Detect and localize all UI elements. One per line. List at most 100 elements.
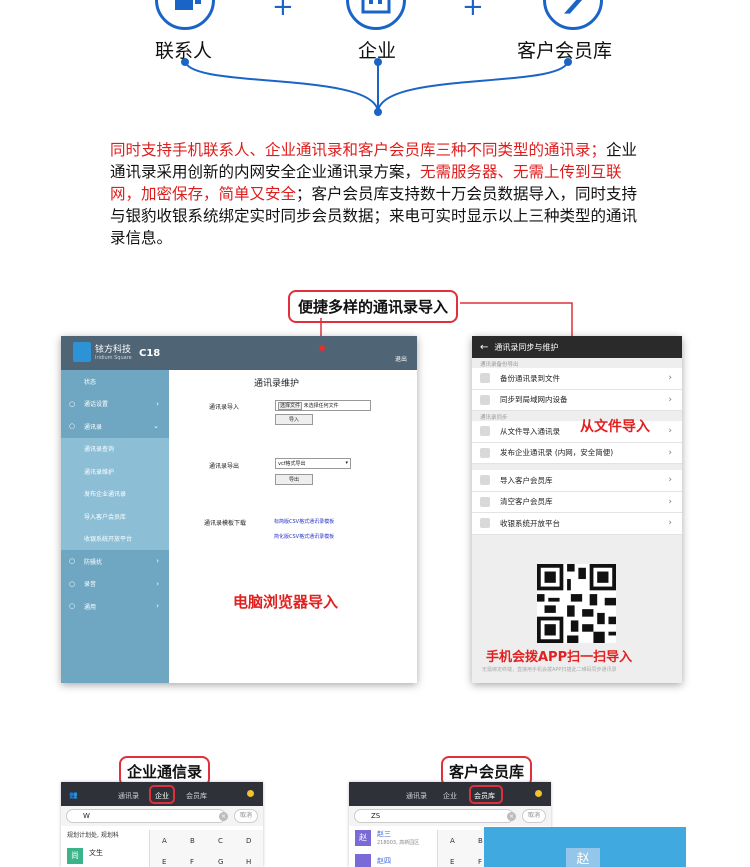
row-backup-to-file[interactable]: 备份通讯录到文件 › (472, 368, 682, 390)
trash-icon (480, 496, 490, 507)
key-g[interactable]: G (218, 858, 223, 866)
sidebar-item-label: 状态 (84, 378, 97, 386)
callout-connector (318, 302, 575, 352)
sidebar-item-label: 通讯录维护 (84, 468, 115, 476)
cancel-button[interactable]: 取消 (234, 809, 258, 823)
qr-code-icon (537, 564, 616, 643)
sidebar-item[interactable]: 状态 (61, 370, 169, 393)
bell-icon: ○ (69, 579, 76, 588)
caller-avatar: 赵 (566, 848, 600, 867)
export-label: 通讯录导出 (209, 463, 240, 470)
clear-icon[interactable]: × (219, 812, 228, 821)
result-name[interactable]: 赵三 (377, 829, 391, 839)
tab-member[interactable]: 会员库 (186, 791, 207, 801)
sidebar-item[interactable]: ○ 防骚扰 › (61, 550, 169, 573)
chevron-right-icon: › (668, 373, 672, 384)
file-input[interactable]: 选择文件 未选择任何文件 (275, 400, 371, 411)
sidebar-item[interactable]: 通讯录查询 (61, 437, 169, 460)
sidebar-item[interactable]: 发布企业通讯录 (61, 482, 169, 505)
sidebar-item-label: 通讯录查询 (84, 446, 115, 454)
sidebar-item[interactable]: 收银系统开放平台 (61, 527, 169, 550)
tab-contacts[interactable]: 通讯录 (406, 791, 427, 801)
key-f[interactable]: F (190, 858, 194, 866)
mini2-tabbar: 通讯录 企业 会员库 (349, 782, 551, 806)
no-file-text: 未选择任何文件 (303, 403, 339, 409)
publish-icon (480, 447, 490, 458)
sidebar-item[interactable]: ○ 录音 › (61, 573, 169, 596)
avatar: 赵 (355, 830, 371, 846)
chevron-right-icon: › (668, 475, 672, 486)
chevron-right-icon: › (668, 394, 672, 405)
logout-link[interactable]: 退出 (395, 354, 407, 363)
export-format-select[interactable]: vcf格式导出 ▾ (275, 458, 351, 469)
row-publish-enterprise[interactable]: 发布企业通讯录 (内网，安全简便) › (472, 442, 682, 464)
scan-import-highlight: 手机会拨APP扫一扫导入 (486, 650, 633, 665)
row-pos-platform[interactable]: 收银系统开放平台 › (472, 513, 682, 535)
phone-sync-screenshot: ← 通讯录同步与维护 通讯录备份导出 备份通讯录到文件 › 同步到局域网内设备 › 通… (472, 336, 682, 683)
cancel-button[interactable]: 取消 (522, 809, 546, 823)
choose-file-button[interactable]: 选择文件 (278, 402, 303, 410)
tab-highlight (469, 785, 503, 804)
key-b[interactable]: B (478, 837, 483, 845)
search-input[interactable]: W (66, 809, 226, 823)
key-d[interactable]: D (246, 837, 251, 845)
file-import-highlight: 从文件导入 (580, 419, 650, 435)
incoming-call-overlay: 赵 (484, 827, 686, 867)
qr-footer-text: 无需绑定终端，直接用手机会拨APP扫描此二维码同步通讯录 (482, 667, 617, 673)
status-dot (247, 790, 254, 797)
notice-dot (319, 345, 325, 351)
template-link-simple[interactable]: 简化版CSV格式通讯录模板 (274, 533, 334, 540)
admin-sidebar: 状态 ○ 通话设置 › ○ 通讯录 ⌄ 通讯录查询通讯录维护发布企业通讯录导入客户会员库收银系… (61, 370, 169, 683)
mini1-searchbar: ⌕ W × 取消 (61, 806, 263, 826)
sidebar-item[interactable]: 通讯录维护 (61, 460, 169, 483)
chevron-right-icon: › (668, 447, 672, 458)
row-import-member[interactable]: 导入客户会员库 › (472, 470, 682, 492)
tab-contacts[interactable]: 通讯录 (118, 791, 139, 801)
person-icon: ○ (69, 399, 76, 408)
key-a[interactable]: A (450, 837, 455, 845)
import-label: 通讯录导入 (209, 404, 240, 411)
status-dot (535, 790, 542, 797)
brand-name: 铱方科技 Iridium Square (95, 345, 132, 361)
key-e[interactable]: E (450, 858, 454, 866)
desktop-admin-screenshot: 铱方科技 Iridium Square C18 退出 状态 ○ 通话设置 › ○ 通讯录 ⌄ 通… (61, 336, 417, 683)
sidebar-item[interactable]: ○ 通讯录 ⌄ (61, 415, 169, 438)
key-b[interactable]: B (190, 837, 195, 845)
key-e[interactable]: E (162, 858, 166, 866)
row-clear-member[interactable]: 清空客户会员库 › (472, 491, 682, 513)
sidebar-item[interactable]: ○ 通用 › (61, 595, 169, 618)
key-h[interactable]: H (246, 858, 251, 866)
key-f[interactable]: F (478, 858, 482, 866)
promo-page: + + 联系人 企业 客户会员库 同时支持手机联系人、企业通讯录和客户会员库三种… (0, 0, 750, 867)
brand-logo (73, 342, 91, 362)
result-name[interactable]: 文生 (89, 848, 103, 858)
tab-enterprise[interactable]: 企业 (443, 791, 457, 801)
key-a[interactable]: A (162, 837, 167, 845)
import-button[interactable]: 导入 (275, 414, 313, 425)
shield-icon: ○ (69, 557, 76, 566)
key-c[interactable]: C (218, 837, 223, 845)
sidebar-item[interactable]: ○ 通话设置 › (61, 393, 169, 416)
row-sync-lan[interactable]: 同步到局域网内设备 › (472, 389, 682, 411)
contacts-icon: ○ (69, 422, 76, 431)
import-icon (480, 426, 490, 437)
template-label: 通讯录模板下载 (204, 520, 247, 527)
mini1-tabbar: 👥 通讯录 企业 会员库 (61, 782, 263, 806)
member-icon (480, 475, 490, 486)
avatar (355, 854, 371, 867)
result-name-2[interactable]: 赵四 (377, 856, 391, 866)
sidebar-item[interactable]: 导入客户会员库 (61, 505, 169, 528)
row-import-from-file[interactable]: 从文件导入通讯录 › (472, 421, 682, 443)
search-input[interactable]: ZS (354, 809, 514, 823)
pos-icon (480, 518, 490, 529)
back-arrow-icon[interactable]: ← (480, 342, 488, 353)
sidebar-item-label: 导入客户会员库 (84, 513, 127, 521)
result-group-header: 规划计划处, 规划科 (67, 832, 119, 839)
template-link-standard[interactable]: 标简版CSV格式通讯录模板 (274, 518, 334, 525)
sidebar-item-label: 录音 (84, 581, 97, 589)
avatar: 尚 (67, 848, 83, 864)
clear-icon[interactable]: × (507, 812, 516, 821)
chevron-right-icon: › (156, 579, 159, 588)
export-button[interactable]: 导出 (275, 474, 313, 485)
network-icon (480, 394, 490, 405)
